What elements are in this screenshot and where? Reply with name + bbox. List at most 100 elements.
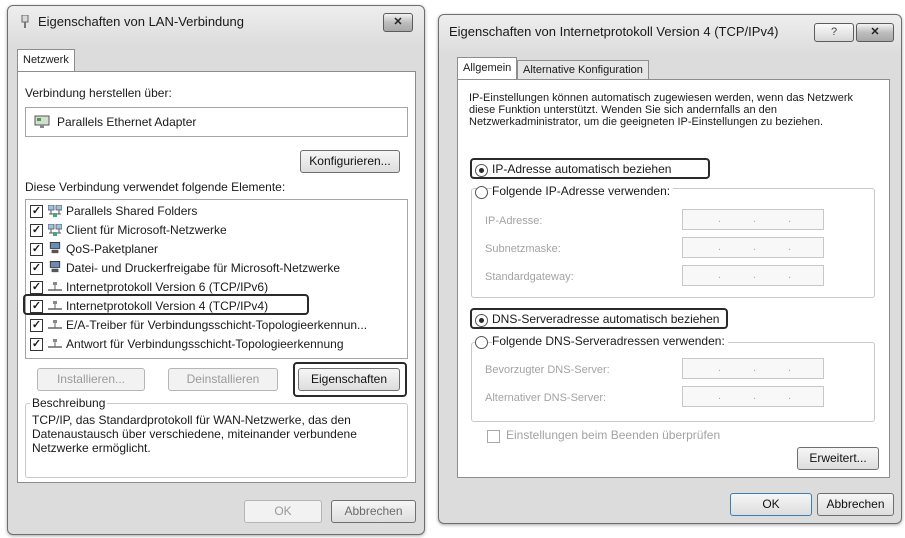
list-item[interactable]: ✓ E/A-Treiber für Verbindungsschicht-Top… bbox=[26, 316, 407, 335]
computer-icon bbox=[49, 261, 61, 273]
description-group: Beschreibung TCP/IP, das Standardprotoko… bbox=[25, 396, 408, 478]
close-icon: ✕ bbox=[870, 26, 880, 38]
help-icon: ? bbox=[830, 26, 838, 38]
protocol-icon bbox=[48, 320, 62, 329]
info-text: IP-Einstellungen können automatisch zuge… bbox=[469, 92, 853, 128]
right-dialog-title: Eigenschaften von Internetprotokoll Vers… bbox=[449, 24, 779, 39]
ip-dot: . bbox=[718, 213, 722, 225]
install-button[interactable]: Installieren... bbox=[37, 368, 145, 391]
preferred-dns-field[interactable]: . . . bbox=[682, 358, 824, 379]
close-icon: ✕ bbox=[393, 16, 403, 28]
computer-icon bbox=[49, 242, 61, 254]
left-cancel-button[interactable]: Abbrechen bbox=[331, 500, 416, 523]
right-cancel-button[interactable]: Abbrechen bbox=[817, 493, 894, 516]
item-checkbox[interactable]: ✓ bbox=[30, 243, 43, 256]
subnet-label: Subnetzmaske: bbox=[485, 243, 561, 255]
item-label: Datei- und Druckerfreigabe für Microsoft… bbox=[66, 261, 341, 275]
gateway-label: Standardgateway: bbox=[485, 271, 574, 283]
elements-label: Diese Verbindung verwendet folgende Elem… bbox=[25, 180, 286, 194]
list-item[interactable]: ✓ Client für Microsoft-Netzwerke bbox=[26, 221, 407, 240]
network-client-icon bbox=[48, 205, 62, 217]
right-cancel-button-label: Abbrechen bbox=[826, 497, 885, 511]
radio-ip-manual[interactable] bbox=[475, 186, 488, 199]
ip-dot: . bbox=[753, 390, 757, 402]
description-title: Beschreibung bbox=[30, 396, 108, 410]
list-item[interactable]: ✓ Datei- und Druckerfreigabe für Microso… bbox=[26, 259, 407, 278]
left-title-bar: Eigenschaften von LAN-Verbindung ✕ bbox=[8, 6, 424, 38]
radio-dns-manual-label[interactable]: Folgende DNS-Serveradressen verwenden: bbox=[492, 334, 728, 348]
ip-auto-highlight-frame bbox=[470, 158, 710, 179]
ip-dot: . bbox=[788, 213, 792, 225]
item-checkbox[interactable]: ✓ bbox=[30, 338, 43, 351]
protocol-icon bbox=[48, 339, 62, 348]
ip-dot: . bbox=[718, 241, 722, 253]
ip-dot: . bbox=[788, 390, 792, 402]
list-item[interactable]: ✓ Parallels Shared Folders bbox=[26, 202, 407, 221]
ip-dot: . bbox=[788, 241, 792, 253]
validate-label[interactable]: Einstellungen beim Beenden überprüfen bbox=[506, 428, 720, 442]
properties-highlight-frame bbox=[293, 362, 407, 397]
item-checkbox[interactable]: ✓ bbox=[30, 205, 43, 218]
item-label: Client für Microsoft-Netzwerke bbox=[66, 223, 227, 237]
item-label: Antwort für Verbindungsschicht-Topologie… bbox=[66, 337, 344, 351]
preferred-dns-label: Bevorzugter DNS-Server: bbox=[485, 364, 610, 376]
tab-allgemein-label: Allgemein bbox=[463, 62, 512, 74]
left-tab-panel: Verbindung herstellen über: Parallels Et… bbox=[17, 71, 416, 483]
left-close-button[interactable]: ✕ bbox=[383, 13, 413, 32]
ip-address-label: IP-Adresse: bbox=[485, 215, 543, 227]
ipv4-highlight-frame bbox=[23, 294, 309, 315]
item-checkbox[interactable]: ✓ bbox=[30, 224, 43, 237]
right-ok-button[interactable]: OK bbox=[730, 493, 812, 516]
ip-dot: . bbox=[753, 269, 757, 281]
validate-checkbox[interactable] bbox=[487, 430, 500, 443]
lan-properties-dialog: Eigenschaften von LAN-Verbindung ✕ Netzw… bbox=[7, 5, 425, 535]
item-label: QoS-Paketplaner bbox=[66, 242, 159, 256]
radio-dns-manual[interactable] bbox=[475, 336, 488, 349]
dns-auto-highlight-frame bbox=[470, 308, 728, 329]
protocol-icon bbox=[48, 282, 62, 291]
configure-button[interactable]: Konfigurieren... bbox=[300, 150, 400, 173]
item-label: Internetprotokoll Version 6 (TCP/IPv6) bbox=[66, 280, 269, 294]
ip-dot: . bbox=[718, 362, 722, 374]
item-label: E/A-Treiber für Verbindungsschicht-Topol… bbox=[66, 318, 368, 332]
advanced-button-label: Erweitert... bbox=[809, 451, 867, 465]
tab-netzwerk-label: Netzwerk bbox=[23, 54, 69, 66]
tab-allgemein[interactable]: Allgemein bbox=[457, 57, 518, 80]
radio-ip-manual-label[interactable]: Folgende IP-Adresse verwenden: bbox=[492, 184, 674, 198]
ipv4-properties-dialog: Eigenschaften von Internetprotokoll Vers… bbox=[438, 14, 902, 524]
tab-alternative[interactable]: Alternative Konfiguration bbox=[517, 60, 649, 80]
ip-dot: . bbox=[788, 269, 792, 281]
left-ok-button-label: OK bbox=[274, 504, 292, 518]
tab-netzwerk[interactable]: Netzwerk bbox=[17, 49, 75, 72]
uninstall-button[interactable]: Deinstallieren bbox=[168, 368, 278, 391]
ip-dot: . bbox=[753, 213, 757, 225]
subnet-field[interactable]: . . . bbox=[682, 237, 824, 258]
connect-via-label: Verbindung herstellen über: bbox=[25, 86, 172, 100]
alternate-dns-field[interactable]: . . . bbox=[682, 386, 824, 407]
ip-dot: . bbox=[753, 362, 757, 374]
description-text: TCP/IP, das Standardprotokoll für WAN-Ne… bbox=[32, 413, 357, 455]
left-cancel-button-label: Abbrechen bbox=[344, 504, 403, 518]
right-close-button[interactable]: ✕ bbox=[856, 23, 894, 42]
dns-manual-group bbox=[471, 342, 875, 422]
install-button-label: Installieren... bbox=[56, 372, 126, 386]
help-button[interactable]: ? bbox=[814, 23, 854, 42]
network-client-icon bbox=[48, 224, 62, 236]
list-item[interactable]: ✓ QoS-Paketplaner bbox=[26, 240, 407, 259]
ip-address-field[interactable]: . . . bbox=[682, 209, 824, 230]
item-checkbox[interactable]: ✓ bbox=[30, 281, 43, 294]
advanced-button[interactable]: Erweitert... bbox=[797, 447, 879, 470]
adapter-name: Parallels Ethernet Adapter bbox=[57, 115, 197, 129]
network-adapter-card-icon bbox=[34, 115, 50, 128]
network-adapter-icon bbox=[21, 15, 29, 28]
list-item[interactable]: ✓ Antwort für Verbindungsschicht-Topolog… bbox=[26, 335, 407, 354]
right-title-bar: Eigenschaften von Internetprotokoll Vers… bbox=[439, 15, 901, 47]
tab-alternative-label: Alternative Konfiguration bbox=[523, 64, 643, 76]
item-checkbox[interactable]: ✓ bbox=[30, 262, 43, 275]
ip-dot: . bbox=[718, 390, 722, 402]
ip-dot: . bbox=[753, 241, 757, 253]
gateway-field[interactable]: . . . bbox=[682, 265, 824, 286]
elements-list[interactable]: ✓ Parallels Shared Folders ✓ Client für … bbox=[25, 199, 408, 359]
item-checkbox[interactable]: ✓ bbox=[30, 319, 43, 332]
left-ok-button[interactable]: OK bbox=[244, 500, 322, 523]
